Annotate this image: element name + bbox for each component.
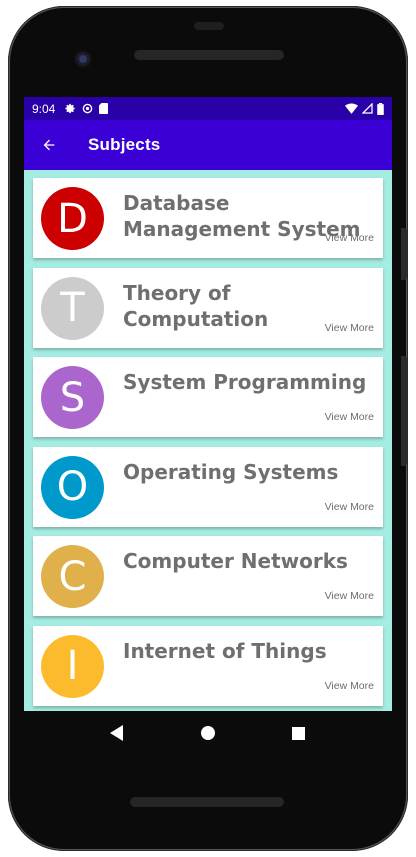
status-bar: 9:04 [24,97,392,120]
subject-avatar: O [41,455,104,519]
back-button[interactable] [38,134,60,156]
nav-recents-button[interactable] [287,721,311,745]
nav-home-button[interactable] [196,721,220,745]
system-nav-bar [24,711,392,755]
earpiece [194,22,224,30]
battery-icon [377,102,384,115]
subject-title: Internet of Things [123,638,327,663]
wifi-icon [345,103,358,114]
sd-card-icon [99,103,109,114]
app-screen: 9:04 Subjects D Database Management Syst… [24,97,392,711]
sync-icon [83,103,93,114]
subject-title: Operating Systems [123,459,339,484]
front-camera [74,50,92,68]
subject-title: System Programming [123,370,367,394]
power-button [401,228,407,280]
nav-back-icon [110,725,124,741]
subject-card-database[interactable]: D Database Management System View More [33,178,383,258]
arrow-back-icon [43,139,55,151]
status-time: 9:04 [32,101,56,116]
subject-card-system-programming[interactable]: S System Programming View More [33,357,383,437]
subject-avatar: C [41,545,104,608]
view-more-link[interactable]: View More [325,322,374,334]
bottom-speaker [130,797,284,807]
status-right-icons [345,102,384,115]
settings-icon [65,103,75,114]
subject-card-toc[interactable]: T Theory of Computation View More [33,267,383,348]
app-bar: Subjects [24,120,392,170]
subject-card-iot[interactable]: I Internet of Things View More [33,625,383,706]
volume-button [401,356,407,466]
subject-avatar: I [41,634,104,698]
subject-list: D Database Management System View More T… [24,170,392,706]
view-more-link[interactable]: View More [325,232,374,244]
page-title: Subjects [88,135,161,154]
view-more-link[interactable]: View More [325,501,374,513]
subject-card-operating-systems[interactable]: O Operating Systems View More [33,446,383,527]
nav-back-button[interactable] [105,721,129,745]
view-more-link[interactable]: View More [325,411,374,423]
signal-icon [362,103,373,114]
nav-recents-icon [292,726,306,740]
subject-avatar: D [41,187,104,250]
subject-card-computer-networks[interactable]: C Computer Networks View More [33,536,383,616]
view-more-link[interactable]: View More [325,680,374,692]
top-speaker [134,50,284,60]
subject-avatar: S [41,366,104,429]
status-left-icons [65,103,109,114]
subject-avatar: T [41,276,104,340]
subject-title: Computer Networks [123,549,348,573]
nav-home-icon [200,726,215,740]
view-more-link[interactable]: View More [325,590,374,602]
